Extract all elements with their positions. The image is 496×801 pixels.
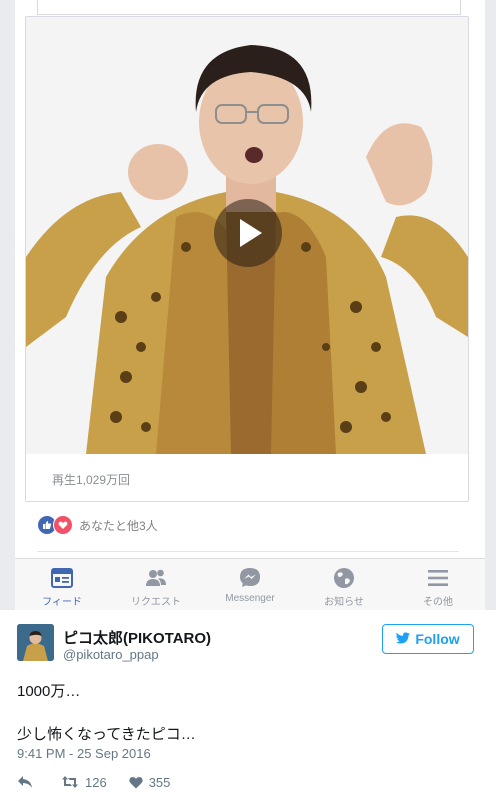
tab-more[interactable]: その他 — [391, 559, 485, 611]
user-handle[interactable]: @pikotaro_ppap — [63, 647, 159, 662]
friend-requests-icon — [146, 569, 166, 586]
tab-more-label: その他 — [423, 597, 453, 608]
twitter-bird-icon — [396, 631, 411, 647]
avatar[interactable] — [17, 624, 54, 661]
embedded-tweet: ピコ太郎(PIKOTARO) @pikotaro_ppap Follow 100… — [0, 610, 496, 801]
follow-label: Follow — [415, 631, 460, 647]
retweet-button[interactable]: 126 — [61, 775, 107, 790]
reaction-text: あなたと他3人 — [79, 518, 158, 533]
globe-icon — [334, 568, 354, 588]
play-button-icon[interactable] — [214, 199, 282, 267]
video-view-count: 再生1,029万回 — [52, 473, 131, 487]
heart-icon — [53, 515, 73, 535]
messenger-icon — [240, 568, 260, 587]
tweet-text-line-1: 1000万… — [17, 683, 81, 700]
menu-icon — [428, 570, 448, 586]
tab-feed-label: フィード — [42, 597, 82, 608]
divider — [37, 551, 459, 552]
like-count: 355 — [148, 774, 171, 790]
tab-requests[interactable]: リクエスト — [109, 559, 203, 611]
facebook-screenshot: 再生1,029万回 あなたと他3人 フィード リクエスト Messenger お… — [0, 0, 496, 611]
retweet-icon — [62, 776, 78, 788]
tab-messenger[interactable]: Messenger — [203, 559, 297, 611]
tweet-actions: 126 355 — [17, 772, 192, 792]
reply-icon — [18, 776, 32, 788]
tab-notifications-label: お知らせ — [324, 597, 364, 608]
follow-button[interactable]: Follow — [382, 624, 474, 654]
news-feed-icon — [51, 568, 73, 588]
tweet-text-line-2: 少し怖くなってきたピコ… — [17, 726, 196, 743]
tab-notifications[interactable]: お知らせ — [297, 559, 391, 611]
tab-messenger-label: Messenger — [225, 593, 275, 604]
retweet-count: 126 — [85, 774, 107, 790]
heart-icon — [129, 776, 143, 788]
facebook-tab-bar: フィード リクエスト Messenger お知らせ その他 — [15, 558, 485, 611]
tab-requests-label: リクエスト — [131, 597, 181, 608]
video-thumbnail[interactable] — [26, 17, 468, 454]
reaction-summary[interactable]: あなたと他3人 — [37, 515, 158, 535]
like-button[interactable]: 355 — [129, 774, 171, 790]
previous-card-edge — [37, 0, 461, 15]
avatar-image — [17, 624, 54, 661]
reply-button[interactable] — [17, 775, 39, 789]
display-name[interactable]: ピコ太郎(PIKOTARO) — [63, 627, 211, 648]
video-card: 再生1,029万回 — [25, 16, 469, 502]
tweet-timestamp[interactable]: 9:41 PM - 25 Sep 2016 — [17, 746, 151, 761]
tab-feed[interactable]: フィード — [15, 559, 109, 611]
